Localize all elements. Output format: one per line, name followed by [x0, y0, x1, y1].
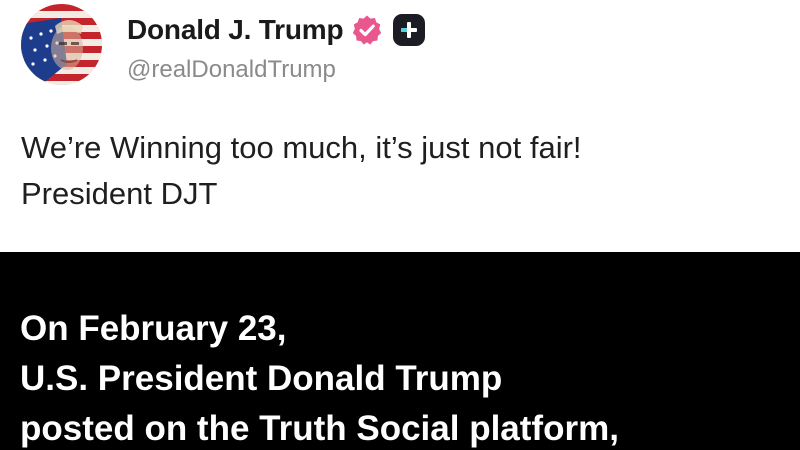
caption-line: U.S. President Donald Trump	[20, 359, 503, 398]
display-name-row: Donald J. Trump	[127, 12, 426, 48]
caption-line: posted on the Truth Social platform,	[20, 409, 619, 448]
plus-badge-icon	[393, 14, 426, 46]
user-handle[interactable]: @realDonaldTrump	[127, 55, 336, 85]
display-name[interactable]: Donald J. Trump	[127, 12, 344, 48]
post-body-line: President DJT	[21, 176, 218, 211]
caption-line: On February 23,	[20, 309, 287, 348]
avatar-flag-portrait-icon	[21, 4, 102, 85]
verified-badge-icon	[351, 14, 383, 46]
profile-avatar[interactable]	[21, 4, 102, 85]
video-frame: Donald J. Trump @realDonaldTrump We’re W…	[0, 0, 800, 450]
post-body-line: We’re Winning too much, it’s just not fa…	[21, 130, 582, 165]
post-body-text: We’re Winning too much, it’s just not fa…	[21, 125, 781, 217]
social-post-card: Donald J. Trump @realDonaldTrump We’re W…	[0, 0, 800, 252]
video-caption: On February 23, U.S. President Donald Tr…	[20, 304, 790, 450]
